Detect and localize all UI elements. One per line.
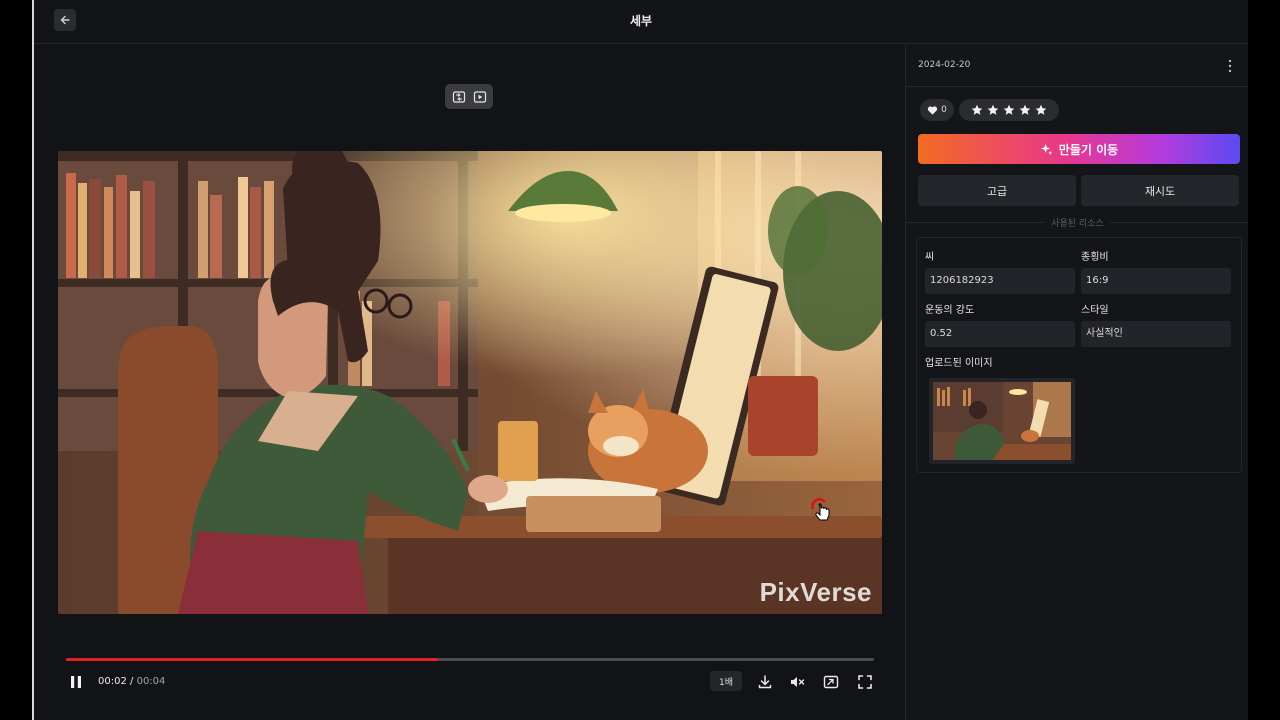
uploaded-image-label: 업로드된 이미지 (925, 358, 993, 369)
time-display: 00:02 / 00:04 (98, 676, 165, 687)
more-options-button[interactable] (1223, 57, 1237, 75)
go-to-create-button[interactable]: 만들기 이동 (918, 134, 1240, 164)
date-row: 2024-02-20 (906, 45, 1248, 87)
image-mode-button[interactable] (449, 87, 469, 106)
style-value: 사실적인 (1081, 321, 1231, 347)
created-date: 2024-02-20 (918, 60, 971, 70)
video-scene (58, 151, 882, 614)
uploaded-image-thumbnail[interactable] (929, 378, 1075, 464)
picture-in-picture-button[interactable] (820, 671, 842, 693)
pause-button[interactable] (66, 672, 86, 692)
fullscreen-button[interactable] (854, 671, 876, 693)
create-label: 만들기 이동 (1058, 142, 1119, 157)
page-title: 세부 (629, 14, 653, 28)
heart-icon (928, 105, 938, 115)
video-frame[interactable]: PixVerse (58, 151, 882, 614)
like-count: 0 (941, 105, 947, 115)
star-icon[interactable] (987, 104, 999, 116)
ratio-label: 종횡비 (1081, 252, 1109, 263)
video-player: PixVerse 00:02 / 00:04 1배 (34, 45, 905, 720)
current-time: 00:02 (98, 676, 127, 687)
detail-panel: 2024-02-20 0 만들기 이동 고급 재시도 사용된 리소스 씨 120… (905, 45, 1248, 720)
video-play-icon (473, 90, 486, 103)
advanced-button[interactable]: 고급 (918, 175, 1076, 206)
fullscreen-icon (858, 675, 872, 689)
view-mode-toggle (445, 84, 493, 109)
duration: 00:04 (136, 676, 166, 687)
image-swap-icon (452, 90, 465, 103)
star-icon[interactable] (1035, 104, 1047, 116)
progress-bar[interactable] (66, 658, 874, 661)
resource-params: 씨 1206182923 종횡비 16:9 운동의 강도 0.52 스타일 사실… (916, 237, 1242, 473)
pip-icon (823, 675, 839, 689)
hand-pointer-icon (811, 498, 830, 521)
motion-strength-label: 운동의 강도 (925, 305, 975, 316)
detail-page: 세부 PixVerse 00:02 / 00:04 1배 2024-02-20 … (34, 0, 1248, 720)
download-button[interactable] (755, 671, 775, 693)
seed-value: 1206182923 (925, 268, 1075, 294)
ratio-value: 16:9 (1081, 268, 1231, 294)
time-separator: / (130, 676, 134, 687)
motion-strength-value: 0.52 (925, 321, 1075, 347)
video-mode-button[interactable] (470, 87, 490, 106)
mute-button[interactable] (786, 671, 808, 693)
retry-button[interactable]: 재시도 (1081, 175, 1239, 206)
more-vertical-icon (1228, 59, 1232, 73)
seed-label: 씨 (925, 252, 935, 263)
star-rating[interactable] (959, 99, 1059, 121)
pause-icon (71, 676, 81, 688)
sparkle-icon (1040, 143, 1053, 155)
star-icon[interactable] (1003, 104, 1015, 116)
video-watermark: PixVerse (759, 577, 872, 607)
star-icon[interactable] (1019, 104, 1031, 116)
player-controls: 00:02 / 00:04 1배 (34, 668, 905, 696)
download-icon (758, 675, 772, 689)
uploaded-image (933, 382, 1071, 460)
style-label: 스타일 (1081, 305, 1109, 316)
like-button[interactable]: 0 (920, 99, 954, 121)
resources-section-label: 사용된 리소스 (906, 216, 1248, 229)
header-bar: 세부 (34, 0, 1248, 44)
volume-muted-icon (791, 677, 805, 687)
progress-fill (66, 658, 438, 661)
mouse-cursor (810, 497, 832, 525)
speed-button[interactable]: 1배 (710, 671, 742, 691)
star-icon[interactable] (971, 104, 983, 116)
